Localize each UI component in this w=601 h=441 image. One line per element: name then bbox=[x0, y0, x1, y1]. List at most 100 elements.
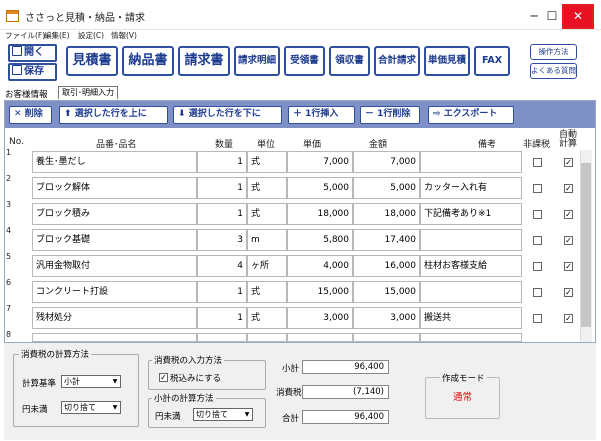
cell-unit[interactable] bbox=[247, 333, 287, 342]
menu-settings[interactable]: 設定(C) bbox=[78, 30, 104, 41]
cell-item[interactable]: 養生･墨だし bbox=[32, 151, 197, 173]
cell-unit[interactable]: ヶ所 bbox=[247, 255, 287, 277]
nontax-checkbox[interactable] bbox=[533, 288, 542, 297]
cell-note[interactable] bbox=[420, 281, 522, 303]
cell-unit[interactable]: 式 bbox=[247, 307, 287, 329]
cell-amount[interactable]: 17,400 bbox=[353, 229, 420, 251]
nontax-checkbox[interactable] bbox=[533, 210, 542, 219]
move-row-down-button[interactable]: ⬇ 選択した行を下に bbox=[173, 106, 282, 124]
export-button[interactable]: ⇨ エクスポート bbox=[428, 106, 514, 124]
cell-qty[interactable]: 1 bbox=[197, 177, 247, 199]
cell-note[interactable]: カッター入れ有 bbox=[420, 177, 522, 199]
cell-note[interactable]: 下記備考あり※1 bbox=[420, 203, 522, 225]
nontax-checkbox[interactable] bbox=[533, 184, 542, 193]
cell-note[interactable] bbox=[420, 151, 522, 173]
nontax-checkbox[interactable] bbox=[533, 236, 542, 245]
tab-customer-info[interactable]: お客様情報 bbox=[5, 88, 48, 100]
cell-price[interactable]: 5,000 bbox=[287, 177, 353, 199]
cell-item[interactable]: ブロック解体 bbox=[32, 177, 197, 199]
cell-qty[interactable] bbox=[197, 333, 247, 342]
cell-note[interactable]: 搬送共 bbox=[420, 307, 522, 329]
auto-calc-checkbox[interactable]: ✓ bbox=[564, 210, 573, 219]
cell-amount[interactable]: 15,000 bbox=[353, 281, 420, 303]
menu-info[interactable]: 情報(V) bbox=[111, 30, 137, 41]
save-button[interactable]: 保存 bbox=[8, 63, 57, 81]
cell-amount[interactable]: 18,000 bbox=[353, 203, 420, 225]
cell-note[interactable] bbox=[420, 229, 522, 251]
cell-item[interactable]: コンクリート打設 bbox=[32, 281, 197, 303]
cell-qty[interactable]: 4 bbox=[197, 255, 247, 277]
save-label: 保存 bbox=[24, 66, 44, 77]
subtotal-label: 小計 bbox=[282, 364, 300, 374]
auto-calc-checkbox[interactable]: ✓ bbox=[564, 262, 573, 271]
unit-price-quote-button[interactable]: 単価見積 bbox=[424, 46, 470, 76]
cell-qty[interactable]: 1 bbox=[197, 151, 247, 173]
delete-button[interactable]: ✕ 削除 bbox=[9, 106, 52, 124]
faq-button[interactable]: よくある質問 bbox=[530, 63, 577, 79]
remove-row-button[interactable]: － 1行削除 bbox=[360, 106, 420, 124]
receipt-form-button[interactable]: 受領書 bbox=[284, 46, 325, 76]
cell-item[interactable]: ブロック基礎 bbox=[32, 229, 197, 251]
tab-transaction-details[interactable]: 取引･明細入力 bbox=[58, 86, 118, 99]
col-unit-header: 単位 bbox=[257, 140, 276, 150]
cell-unit[interactable]: m bbox=[247, 229, 287, 251]
menu-file[interactable]: ファイル(F) bbox=[5, 30, 45, 41]
auto-calc-checkbox[interactable]: ✓ bbox=[564, 236, 573, 245]
cell-qty[interactable]: 1 bbox=[197, 203, 247, 225]
menu-edit[interactable]: 編集(E) bbox=[44, 30, 70, 41]
cell-price[interactable]: 7,000 bbox=[287, 151, 353, 173]
nontax-checkbox[interactable] bbox=[533, 314, 542, 323]
cell-price[interactable]: 18,000 bbox=[287, 203, 353, 225]
auto-calc-checkbox[interactable]: ✓ bbox=[564, 288, 573, 297]
fax-button[interactable]: FAX bbox=[474, 46, 510, 76]
cell-price[interactable] bbox=[287, 333, 353, 342]
receipt-button[interactable]: 領収書 bbox=[329, 46, 370, 76]
subtotal-round-select[interactable]: 切り捨て ▼ bbox=[193, 408, 253, 421]
quotation-button[interactable]: 見積書 bbox=[66, 46, 118, 76]
manual-button[interactable]: 操作方法 bbox=[530, 44, 577, 60]
cell-item[interactable]: 汎用金物取付 bbox=[32, 255, 197, 277]
maximize-button[interactable]: ☐ bbox=[540, 6, 564, 26]
cell-price[interactable]: 5,800 bbox=[287, 229, 353, 251]
delivery-button[interactable]: 納品書 bbox=[122, 46, 174, 76]
round-select[interactable]: 切り捨て ▼ bbox=[61, 401, 121, 414]
move-row-up-button[interactable]: ⬆ 選択した行を上に bbox=[59, 106, 168, 124]
cell-amount[interactable]: 3,000 bbox=[353, 307, 420, 329]
cell-qty[interactable]: 1 bbox=[197, 281, 247, 303]
cell-unit[interactable]: 式 bbox=[247, 151, 287, 173]
insert-row-button[interactable]: ＋ 1行挿入 bbox=[288, 106, 355, 124]
open-icon bbox=[12, 46, 22, 56]
cell-amount[interactable]: 5,000 bbox=[353, 177, 420, 199]
cell-amount[interactable]: 16,000 bbox=[353, 255, 420, 277]
cell-unit[interactable]: 式 bbox=[247, 203, 287, 225]
cell-amount[interactable] bbox=[353, 333, 420, 342]
cell-note[interactable]: 柱材お客様支給 bbox=[420, 255, 522, 277]
cell-note[interactable] bbox=[420, 333, 522, 342]
cell-unit[interactable]: 式 bbox=[247, 281, 287, 303]
total-label: 合計 bbox=[282, 414, 300, 424]
cell-price[interactable]: 3,000 bbox=[287, 307, 353, 329]
cell-item[interactable] bbox=[32, 333, 197, 342]
auto-calc-checkbox[interactable]: ✓ bbox=[564, 184, 573, 193]
close-button[interactable]: ✕ bbox=[562, 4, 594, 29]
total-invoice-button[interactable]: 合計請求 bbox=[374, 46, 420, 76]
auto-calc-checkbox[interactable]: ✓ bbox=[564, 158, 573, 167]
invoice-button[interactable]: 請求書 bbox=[178, 46, 230, 76]
cell-unit[interactable]: 式 bbox=[247, 177, 287, 199]
nontax-checkbox[interactable] bbox=[533, 262, 542, 271]
nontax-checkbox[interactable] bbox=[533, 158, 542, 167]
cell-item[interactable]: 残材処分 bbox=[32, 307, 197, 329]
cell-qty[interactable]: 1 bbox=[197, 307, 247, 329]
auto-calc-checkbox[interactable]: ✓ bbox=[564, 314, 573, 323]
cell-price[interactable]: 4,000 bbox=[287, 255, 353, 277]
subtotal-value: 96,400 bbox=[302, 360, 389, 374]
cell-price[interactable]: 15,000 bbox=[287, 281, 353, 303]
basis-select[interactable]: 小計 ▼ bbox=[61, 375, 121, 388]
tax-inclusive-checkbox[interactable]: ✓ bbox=[159, 373, 168, 382]
cell-amount[interactable]: 7,000 bbox=[353, 151, 420, 173]
cell-qty[interactable]: 3 bbox=[197, 229, 247, 251]
open-button[interactable]: 開く bbox=[8, 44, 57, 62]
invoice-detail-button[interactable]: 請求明細 bbox=[234, 46, 280, 76]
cell-item[interactable]: ブロック積み bbox=[32, 203, 197, 225]
scrollbar-thumb[interactable] bbox=[581, 163, 591, 327]
